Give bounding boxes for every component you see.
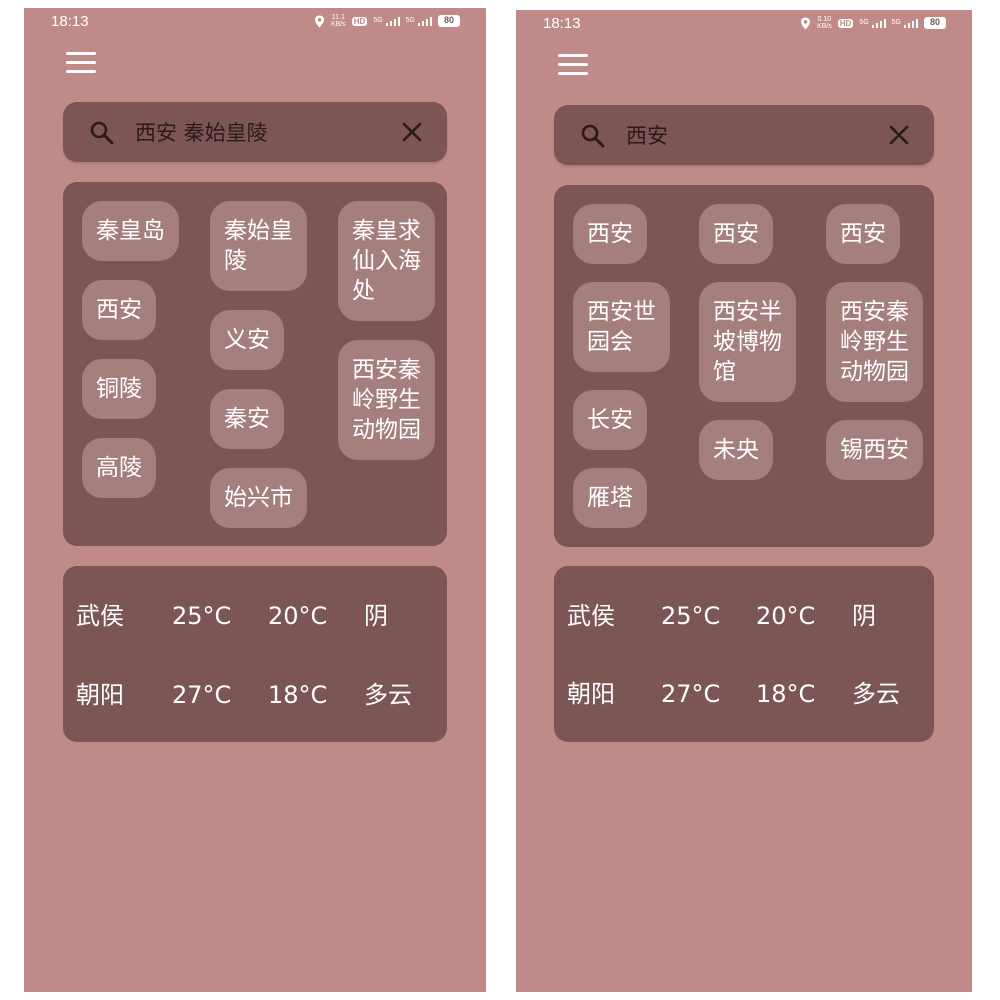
search-icon (581, 124, 605, 148)
suggestion-chip[interactable]: 雁塔 (573, 468, 647, 528)
search-bar (554, 105, 934, 165)
location-icon (800, 17, 810, 29)
weather-condition: 多云 (364, 681, 412, 709)
network-speed: 0.10 KB/s (816, 16, 832, 30)
phone-screen-right: 18:13 0.10KB/s HD 5G 5G 80 西安 西安世 园会 长安 … (516, 10, 972, 992)
suggestion-chip[interactable]: 始兴市 (210, 468, 307, 528)
status-bar: 18:13 11.1 KB/s HD 5G 5G 80 (24, 8, 486, 38)
suggestion-chip[interactable]: 西安半 坡博物 馆 (699, 282, 796, 402)
weather-condition: 多云 (852, 680, 900, 708)
suggestion-panel: 秦皇岛 西安 铜陵 高陵 秦始皇 陵 义安 秦安 始兴市 秦皇求 仙入海 处 西… (63, 182, 447, 546)
close-icon[interactable] (401, 121, 423, 143)
weather-city: 武侯 (76, 602, 124, 630)
suggestion-chip[interactable]: 锡西安 (826, 420, 923, 480)
status-icons: 0.10 KB/s HD 5G 5G 80 (800, 16, 946, 30)
suggestion-chip[interactable]: 西安 (573, 204, 647, 264)
suggestion-chip[interactable]: 长安 (573, 390, 647, 450)
status-time: 18:13 (51, 13, 89, 30)
suggestion-chip[interactable]: 西安秦 岭野生 动物园 (338, 340, 435, 460)
weather-high-temp: 27°C (172, 681, 232, 709)
weather-city: 武侯 (567, 602, 615, 630)
network-speed: 11.1 KB/s (330, 14, 346, 28)
suggestion-chip[interactable]: 义安 (210, 310, 284, 370)
suggestion-chip[interactable]: 未央 (699, 420, 773, 480)
signal-icon: 5G (859, 18, 886, 28)
weather-condition: 阴 (364, 602, 388, 630)
weather-low-temp: 18°C (756, 680, 816, 708)
weather-city: 朝阳 (76, 681, 124, 709)
status-time: 18:13 (543, 15, 581, 32)
menu-icon[interactable] (66, 50, 98, 76)
weather-city: 朝阳 (567, 680, 615, 708)
suggestion-chip[interactable]: 秦皇求 仙入海 处 (338, 201, 435, 321)
weather-high-temp: 27°C (661, 680, 721, 708)
suggestion-chip[interactable]: 秦皇岛 (82, 201, 179, 261)
weather-high-temp: 25°C (172, 602, 232, 630)
weather-high-temp: 25°C (661, 602, 721, 630)
menu-icon[interactable] (558, 52, 590, 78)
suggestion-chip[interactable]: 西安秦 岭野生 动物园 (826, 282, 923, 402)
suggestion-panel: 西安 西安世 园会 长安 雁塔 西安 西安半 坡博物 馆 未央 西安 西安秦 岭… (554, 185, 934, 547)
signal-icon: 5G (892, 18, 918, 28)
signal-icon: 5G (373, 16, 400, 26)
weather-low-temp: 20°C (268, 602, 328, 630)
search-input[interactable] (626, 117, 876, 153)
suggestion-chip[interactable]: 秦安 (210, 389, 284, 449)
search-input[interactable] (135, 114, 385, 150)
battery-icon: 80 (438, 15, 460, 27)
location-icon (314, 15, 324, 27)
weather-low-temp: 18°C (268, 681, 328, 709)
suggestion-chip[interactable]: 西安 (826, 204, 900, 264)
suggestion-chip[interactable]: 秦始皇 陵 (210, 201, 307, 291)
status-icons: 11.1 KB/s HD 5G 5G 80 (314, 14, 460, 28)
suggestion-chip[interactable]: 西安 (699, 204, 773, 264)
battery-icon: 80 (924, 17, 946, 29)
weather-panel: 武侯 25°C 20°C 阴 朝阳 27°C 18°C 多云 (554, 566, 934, 742)
status-bar: 18:13 0.10 KB/s HD 5G 5G 80 (516, 10, 972, 40)
hd-badge: HD (351, 16, 368, 26)
suggestion-chip[interactable]: 西安世 园会 (573, 282, 670, 372)
search-bar (63, 102, 447, 162)
close-icon[interactable] (888, 124, 910, 146)
suggestion-chip[interactable]: 高陵 (82, 438, 156, 498)
suggestion-chip[interactable]: 铜陵 (82, 359, 156, 419)
search-icon (90, 121, 114, 145)
signal-icon: 5G (406, 16, 432, 26)
phone-screen-left: 18:13 11.1KB/s HD 5G 5G 80 秦皇岛 西安 铜陵 高陵 … (24, 8, 486, 992)
hd-badge: HD (837, 18, 854, 28)
weather-condition: 阴 (852, 602, 876, 630)
weather-low-temp: 20°C (756, 602, 816, 630)
suggestion-chip[interactable]: 西安 (82, 280, 156, 340)
weather-panel: 武侯 25°C 20°C 阴 朝阳 27°C 18°C 多云 (63, 566, 447, 742)
